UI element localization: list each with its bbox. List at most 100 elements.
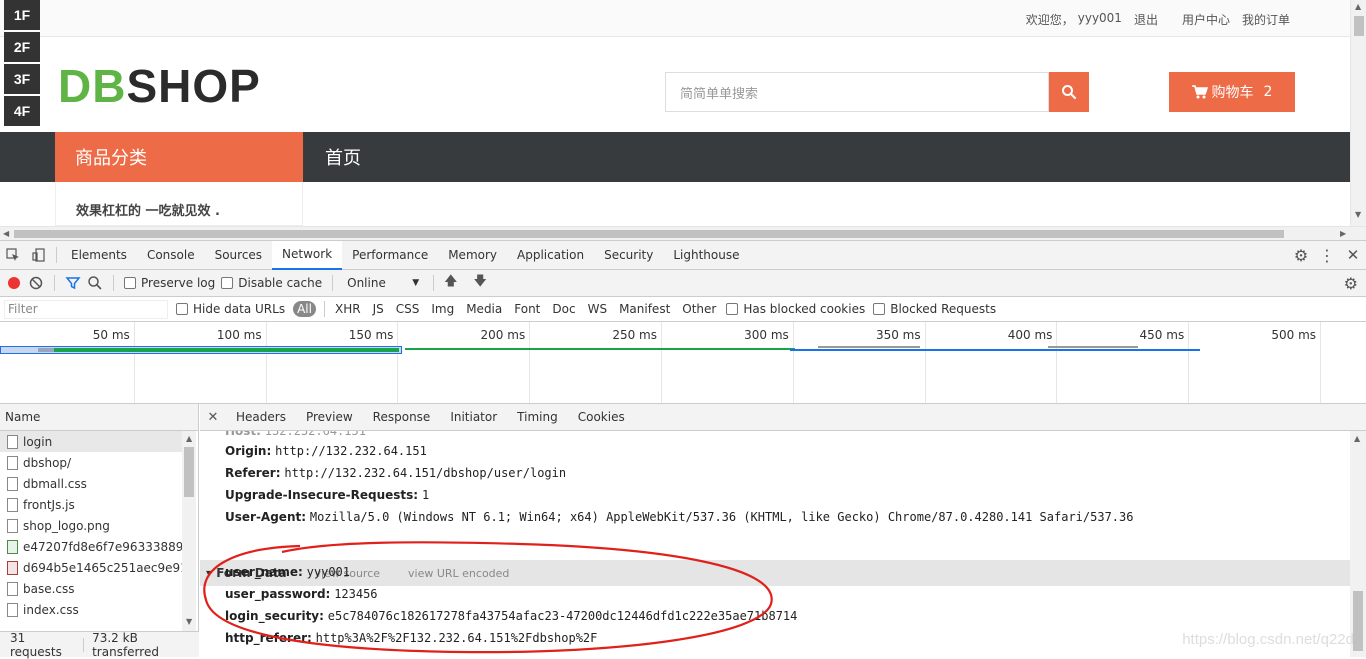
- floor-3-button[interactable]: 3F: [4, 64, 40, 94]
- tab-memory[interactable]: Memory: [438, 241, 507, 270]
- search-input[interactable]: 简简单单搜索: [665, 72, 1049, 112]
- name-column-header[interactable]: Name: [0, 404, 198, 431]
- request-row[interactable]: shop_logo.png: [0, 515, 183, 536]
- scroll-thumb[interactable]: [184, 447, 194, 497]
- scroll-thumb[interactable]: [14, 230, 1284, 238]
- tab-application[interactable]: Application: [507, 241, 594, 270]
- search-button[interactable]: [1049, 72, 1089, 112]
- request-row[interactable]: dbshop/: [0, 452, 183, 473]
- site-vertical-scrollbar[interactable]: ▲ ▼: [1350, 0, 1366, 226]
- tab-lighthouse[interactable]: Lighthouse: [663, 241, 749, 270]
- document-icon: [7, 518, 18, 533]
- blocked-requests-checkbox[interactable]: Blocked Requests: [873, 302, 996, 316]
- import-har-icon[interactable]: 🡅: [444, 272, 457, 294]
- disable-cache-checkbox[interactable]: Disable cache: [221, 276, 322, 290]
- detail-scrollbar[interactable]: ▲: [1350, 431, 1366, 657]
- export-har-icon[interactable]: 🡇: [474, 272, 487, 294]
- user-center-link[interactable]: 用户中心: [1182, 11, 1230, 28]
- scroll-up-icon[interactable]: ▲: [186, 434, 192, 443]
- preserve-log-checkbox[interactable]: Preserve log: [124, 276, 215, 290]
- more-options-icon[interactable]: ⋮: [1314, 241, 1340, 270]
- request-row[interactable]: base.css: [0, 578, 183, 599]
- timeline-tick-label: 400 ms: [1007, 328, 1053, 342]
- close-detail-icon[interactable]: ✕: [200, 410, 226, 425]
- type-filter-xhr[interactable]: XHR: [333, 301, 363, 317]
- type-filter-font[interactable]: Font: [512, 301, 542, 317]
- scroll-thumb[interactable]: [1353, 591, 1363, 651]
- scroll-up-icon[interactable]: ▲: [1354, 434, 1360, 443]
- checkbox-box[interactable]: [124, 277, 136, 289]
- site-horizontal-scrollbar[interactable]: ◀ ▶: [0, 226, 1366, 240]
- scroll-right-icon[interactable]: ▶: [1340, 229, 1346, 238]
- clear-icon[interactable]: [28, 275, 44, 291]
- request-row[interactable]: dbmall.css: [0, 473, 183, 494]
- type-filter-ws[interactable]: WS: [586, 301, 609, 317]
- category-menu-button[interactable]: 商品分类: [55, 132, 303, 182]
- scroll-up-icon[interactable]: ▲: [1355, 2, 1361, 11]
- floor-4-button[interactable]: 4F: [4, 96, 40, 126]
- scroll-thumb[interactable]: [1354, 16, 1364, 36]
- timeline-bar-waiting: [38, 348, 54, 352]
- tab-performance[interactable]: Performance: [342, 241, 438, 270]
- home-nav-link[interactable]: 首页: [325, 132, 361, 182]
- tab-sources[interactable]: Sources: [205, 241, 272, 270]
- tab-network[interactable]: Network: [272, 240, 343, 270]
- has-blocked-cookies-checkbox[interactable]: Has blocked cookies: [726, 302, 865, 316]
- type-filter-css[interactable]: CSS: [394, 301, 422, 317]
- type-filter-media[interactable]: Media: [464, 301, 504, 317]
- request-row[interactable]: frontJs.js: [0, 494, 183, 515]
- floor-1-button[interactable]: 1F: [4, 0, 40, 30]
- record-icon[interactable]: [6, 275, 22, 291]
- checkbox-box[interactable]: [221, 277, 234, 289]
- cart-button[interactable]: 购物车 2: [1169, 72, 1295, 112]
- tab-timing[interactable]: Timing: [507, 404, 568, 431]
- scroll-down-icon[interactable]: ▼: [186, 617, 192, 626]
- dropdown-arrow-icon: ▼: [412, 278, 420, 288]
- request-row[interactable]: login: [0, 431, 183, 452]
- promo-item[interactable]: 效果杠杠的 一吃就见效 .: [55, 182, 303, 226]
- checkbox-box[interactable]: [873, 303, 886, 315]
- network-settings-gear-icon[interactable]: ⚙: [1344, 274, 1358, 293]
- view-url-encoded-link[interactable]: view URL encoded: [408, 567, 509, 580]
- type-filter-other[interactable]: Other: [680, 301, 718, 317]
- type-filter-doc[interactable]: Doc: [550, 301, 577, 317]
- site-logo[interactable]: DBSHOP: [58, 62, 261, 110]
- request-row[interactable]: index.css: [0, 599, 183, 620]
- tab-initiator[interactable]: Initiator: [440, 404, 507, 431]
- scroll-down-icon[interactable]: ▼: [1355, 210, 1361, 219]
- tab-console[interactable]: Console: [137, 241, 205, 270]
- checkbox-box[interactable]: [176, 303, 188, 315]
- tab-cookies[interactable]: Cookies: [568, 404, 635, 431]
- network-overview-timeline[interactable]: 50 ms 100 ms 150 ms 200 ms 250 ms 300 ms 350 m…: [0, 322, 1366, 404]
- device-toolbar-icon[interactable]: [26, 241, 52, 270]
- checkbox-box[interactable]: [726, 303, 739, 315]
- username-link[interactable]: yyy001: [1078, 11, 1122, 28]
- floor-2-button[interactable]: 2F: [4, 32, 40, 62]
- close-devtools-icon[interactable]: ✕: [1340, 241, 1366, 270]
- request-name: e47207fd8e6f7e96333889a01: [23, 539, 183, 554]
- scroll-left-icon[interactable]: ◀: [3, 229, 9, 238]
- settings-gear-icon[interactable]: ⚙: [1288, 241, 1314, 270]
- my-orders-link[interactable]: 我的订单: [1242, 11, 1290, 28]
- request-list-scrollbar[interactable]: ▲ ▼: [182, 431, 196, 631]
- filter-icon[interactable]: [65, 275, 81, 291]
- throttling-select[interactable]: Online ▼: [343, 276, 423, 290]
- logout-link[interactable]: 退出: [1134, 11, 1158, 28]
- request-row[interactable]: e47207fd8e6f7e96333889a01: [0, 536, 183, 557]
- search-icon[interactable]: [87, 275, 103, 291]
- tab-response[interactable]: Response: [363, 404, 441, 431]
- form-data-section-header[interactable]: ▾ Form Data view source view URL encoded: [200, 560, 1350, 586]
- tab-preview[interactable]: Preview: [296, 404, 363, 431]
- tab-security[interactable]: Security: [594, 241, 663, 270]
- type-filter-manifest[interactable]: Manifest: [617, 301, 672, 317]
- request-row[interactable]: d694b5e1465c251aec9e91d34: [0, 557, 183, 578]
- type-filter-js[interactable]: JS: [371, 301, 386, 317]
- tab-elements[interactable]: Elements: [61, 241, 137, 270]
- inspect-element-icon[interactable]: [0, 241, 26, 270]
- type-filter-all[interactable]: All: [293, 301, 316, 317]
- hide-data-urls-checkbox[interactable]: Hide data URLs: [176, 302, 285, 316]
- request-detail-panel: ✕ Headers Preview Response Initiator Tim…: [200, 404, 1366, 657]
- filter-input[interactable]: Filter: [4, 299, 168, 319]
- tab-headers[interactable]: Headers: [226, 404, 296, 431]
- type-filter-img[interactable]: Img: [429, 301, 456, 317]
